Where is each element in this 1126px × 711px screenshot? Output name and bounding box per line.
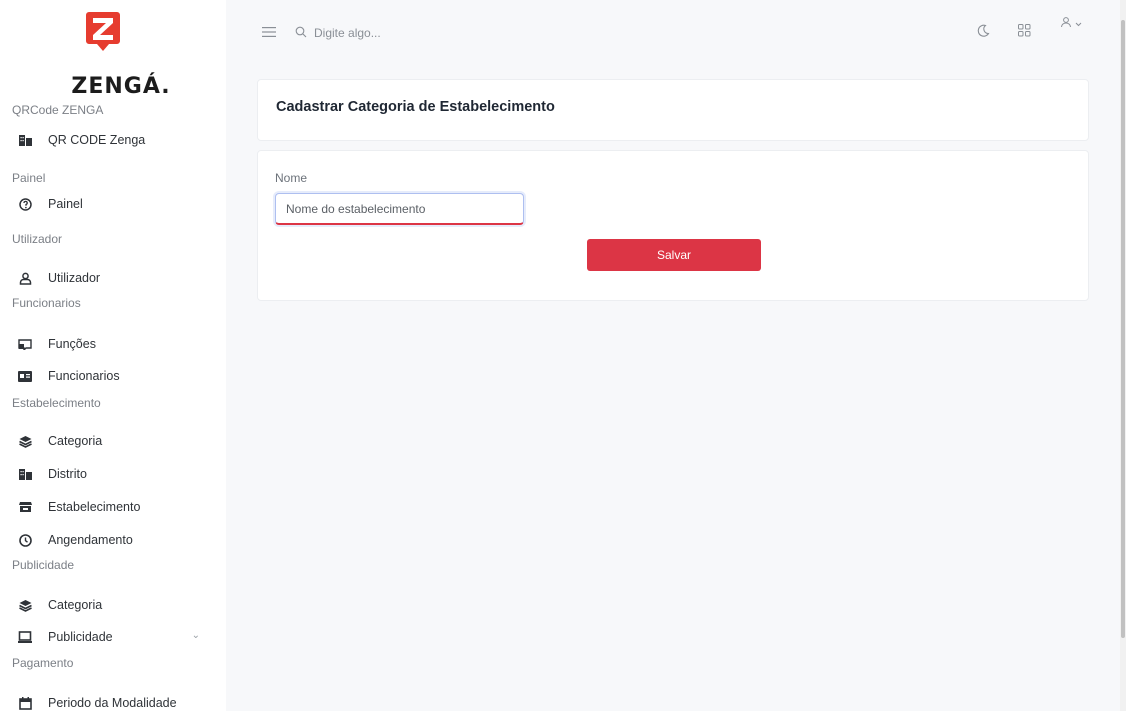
sidebar-item-label: Estabelecimento (48, 500, 141, 514)
sidebar-item-qr-code-zenga[interactable]: QR CODE Zenga (18, 129, 210, 151)
laptop-icon (18, 630, 32, 644)
sidebar-item-utilizador[interactable]: Utilizador (18, 267, 210, 289)
sidebar-item-distrito[interactable]: Distrito (18, 463, 210, 485)
sidebar-item-angendamento[interactable]: Angendamento (18, 529, 210, 551)
page-title: Cadastrar Categoria de Estabelecimento (276, 99, 555, 115)
clock-icon (18, 533, 32, 547)
form-card: Nome Salvar (257, 150, 1089, 301)
brand-name: ZENGÁ. (71, 74, 171, 99)
search-input[interactable] (314, 22, 514, 44)
page-scrollbar[interactable] (1120, 0, 1126, 711)
sidebar-item-label: Periodo da Modalidade (48, 696, 177, 710)
sidebar-item-label: QR CODE Zenga (48, 133, 146, 147)
layers-icon (18, 434, 32, 448)
search-icon (295, 26, 307, 38)
zenga-logo-icon (86, 12, 120, 51)
user-icon (18, 271, 32, 285)
sidebar-item-label: Categoria (48, 434, 103, 448)
sidebar-item-label: Publicidade (48, 630, 113, 644)
sidebar-item-categoria-estabelecimento[interactable]: Categoria (18, 430, 210, 452)
sidebar-item-label: Distrito (48, 467, 87, 481)
sidebar-item-categoria-publicidade[interactable]: Categoria (18, 594, 210, 616)
sidebar-item-publicidade[interactable]: Publicidade ⌄ (18, 626, 210, 648)
buildings-icon (18, 467, 32, 481)
calendar-icon (18, 696, 32, 710)
sidebar-item-label: Funções (48, 337, 96, 351)
section-label-utilizador: Utilizador (12, 232, 63, 246)
name-field-label: Nome (275, 171, 308, 185)
apps-grid-icon[interactable] (1018, 24, 1031, 37)
brand-logo[interactable]: ZENGÁ. (0, 0, 226, 100)
sidebar-item-estabelecimento[interactable]: Estabelecimento (18, 496, 210, 518)
sidebar-item-periodo-da-modalidade[interactable]: Periodo da Modalidade (18, 692, 210, 711)
layers-icon (18, 598, 32, 612)
sidebar-item-label: Utilizador (48, 271, 101, 285)
section-label-publicidade: Publicidade (12, 558, 75, 572)
sidebar-item-funcoes[interactable]: Funções (18, 333, 210, 355)
sidebar-item-funcionarios[interactable]: Funcionarios (18, 365, 210, 387)
save-button[interactable]: Salvar (587, 239, 761, 271)
section-label-painel: Painel (12, 171, 46, 185)
sidebar: ZENGÁ. QRCode ZENGA QR CODE Zenga Painel… (0, 0, 226, 711)
section-label-estabelecimento: Estabelecimento (12, 396, 101, 410)
chevron-down-icon[interactable]: ⌄ (192, 630, 200, 641)
section-label-qrcode: QRCode ZENGA (12, 103, 104, 117)
sidebar-item-painel[interactable]: Painel (18, 193, 210, 215)
briefcase-icon (18, 337, 32, 351)
dashboard-icon (18, 197, 32, 211)
user-menu-icon[interactable] (1060, 16, 1086, 30)
sidebar-item-label: Categoria (48, 598, 103, 612)
sidebar-item-label: Angendamento (48, 533, 133, 547)
scrollbar-thumb[interactable] (1121, 20, 1125, 638)
topbar (226, 0, 1120, 66)
section-label-funcionarios: Funcionarios (12, 296, 81, 310)
id-card-icon (18, 369, 32, 383)
section-label-pagamento: Pagamento (12, 656, 74, 670)
page-title-card: Cadastrar Categoria de Estabelecimento (257, 79, 1089, 141)
dark-mode-moon-icon[interactable] (976, 24, 990, 38)
name-field[interactable] (275, 193, 524, 225)
store-icon (18, 500, 32, 514)
sidebar-item-label: Funcionarios (48, 369, 120, 383)
buildings-icon (18, 133, 32, 147)
hamburger-menu-icon[interactable] (262, 26, 276, 38)
sidebar-item-label: Painel (48, 197, 83, 211)
